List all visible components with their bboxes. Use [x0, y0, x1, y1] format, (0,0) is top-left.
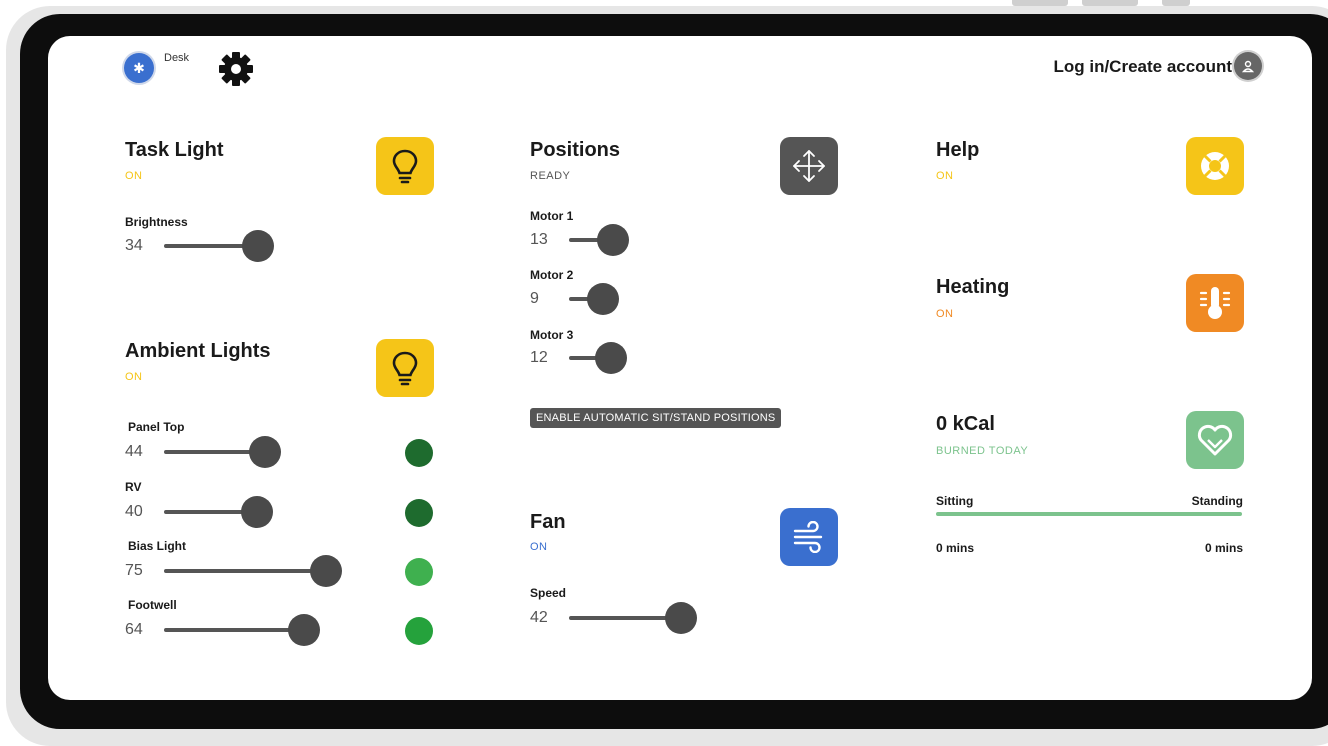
- brightness-value: 34: [125, 237, 143, 254]
- heart-icon: [1197, 424, 1233, 456]
- footwell-slider[interactable]: [164, 613, 322, 647]
- help-title: Help: [936, 139, 980, 161]
- calories-title: 0 kCal: [936, 413, 995, 435]
- panel-top-label: Panel Top: [128, 420, 185, 434]
- device-button: [1012, 0, 1068, 6]
- task-light-title: Task Light: [125, 139, 224, 161]
- help-status: ON: [936, 170, 954, 182]
- bluetooth-button[interactable]: ✱: [124, 53, 154, 83]
- bias-light-label: Bias Light: [128, 539, 187, 553]
- device-name: Desk: [164, 52, 190, 64]
- settings-button[interactable]: [216, 49, 256, 89]
- app-screen: ✱ Desk Log in/Create account Task Light: [48, 36, 1312, 700]
- rv-slider[interactable]: [164, 495, 278, 529]
- motor-2-slider[interactable]: [569, 282, 623, 316]
- panel-top-color-dot[interactable]: [405, 439, 433, 467]
- wind-icon: [793, 521, 823, 553]
- sit-stand-progress-bar: [936, 512, 1242, 516]
- user-icon: [1241, 60, 1255, 73]
- slider-thumb[interactable]: [242, 230, 274, 262]
- fan-speed-slider[interactable]: [569, 601, 701, 635]
- motor-3-label: Motor 3: [530, 328, 574, 342]
- panel-top-slider[interactable]: [164, 435, 286, 469]
- lifebuoy-icon: [1201, 152, 1229, 180]
- ambient-lights-toggle[interactable]: [376, 339, 434, 397]
- footwell-color-dot[interactable]: [405, 617, 433, 645]
- fan-toggle[interactable]: [780, 508, 838, 566]
- enable-auto-positions-button[interactable]: ENABLE AUTOMATIC SIT/STAND POSITIONS: [530, 408, 782, 428]
- calories-tile[interactable]: [1186, 411, 1244, 469]
- bias-light-value: 75: [125, 562, 143, 579]
- bluetooth-icon: ✱: [133, 59, 145, 76]
- slider-track: [164, 569, 320, 573]
- account-button[interactable]: [1234, 52, 1262, 80]
- standing-time: 0 mins: [1204, 541, 1243, 555]
- motor-1-value: 13: [530, 231, 548, 248]
- fan-speed-label: Speed: [530, 586, 567, 600]
- standing-label: Standing: [1191, 494, 1243, 508]
- rv-value: 40: [125, 503, 143, 520]
- lightbulb-icon: [392, 351, 418, 386]
- slider-thumb[interactable]: [587, 283, 619, 315]
- footwell-value: 64: [125, 621, 143, 638]
- device-button: [1082, 0, 1138, 6]
- slider-thumb[interactable]: [288, 614, 320, 646]
- panel-top-value: 44: [125, 443, 143, 460]
- slider-thumb[interactable]: [665, 602, 697, 634]
- ambient-lights-status: ON: [125, 371, 143, 383]
- heating-title: Heating: [936, 276, 1010, 298]
- ambient-lights-title: Ambient Lights: [125, 340, 271, 362]
- slider-thumb[interactable]: [595, 342, 627, 374]
- slider-track: [164, 628, 296, 632]
- heating-status: ON: [936, 308, 954, 320]
- positions-toggle[interactable]: [780, 137, 838, 195]
- thermometer-icon: [1199, 287, 1231, 319]
- footwell-label: Footwell: [128, 598, 177, 612]
- brightness-label: Brightness: [125, 215, 188, 229]
- bias-light-slider[interactable]: [164, 554, 344, 588]
- motor-3-slider[interactable]: [569, 341, 631, 375]
- motor-1-slider[interactable]: [569, 223, 631, 257]
- device-button: [1162, 0, 1190, 6]
- rv-label: RV: [125, 480, 142, 494]
- heating-toggle[interactable]: [1186, 274, 1244, 332]
- fan-status: ON: [530, 541, 548, 553]
- motor-1-label: Motor 1: [530, 209, 574, 223]
- help-toggle[interactable]: [1186, 137, 1244, 195]
- rv-color-dot[interactable]: [405, 499, 433, 527]
- move-arrows-icon: [793, 150, 825, 182]
- positions-title: Positions: [530, 139, 621, 161]
- slider-thumb[interactable]: [241, 496, 273, 528]
- lightbulb-icon: [392, 149, 418, 184]
- slider-thumb[interactable]: [310, 555, 342, 587]
- slider-thumb[interactable]: [249, 436, 281, 468]
- calories-status: BURNED TODAY: [936, 445, 1029, 457]
- login-link[interactable]: Log in/Create account: [1053, 57, 1232, 77]
- sitting-time: 0 mins: [936, 541, 975, 555]
- brightness-slider[interactable]: [164, 229, 282, 263]
- motor-2-label: Motor 2: [530, 268, 574, 282]
- bias-light-color-dot[interactable]: [405, 558, 433, 586]
- positions-status: READY: [530, 170, 571, 182]
- fan-title: Fan: [530, 511, 566, 533]
- fan-speed-value: 42: [530, 609, 548, 626]
- task-light-status: ON: [125, 170, 143, 182]
- slider-thumb[interactable]: [597, 224, 629, 256]
- motor-2-value: 9: [530, 290, 539, 307]
- motor-3-value: 12: [530, 349, 548, 366]
- slider-track: [164, 450, 262, 454]
- slider-track: [569, 616, 677, 620]
- sitting-label: Sitting: [936, 494, 974, 508]
- task-light-toggle[interactable]: [376, 137, 434, 195]
- gear-icon: [219, 52, 253, 86]
